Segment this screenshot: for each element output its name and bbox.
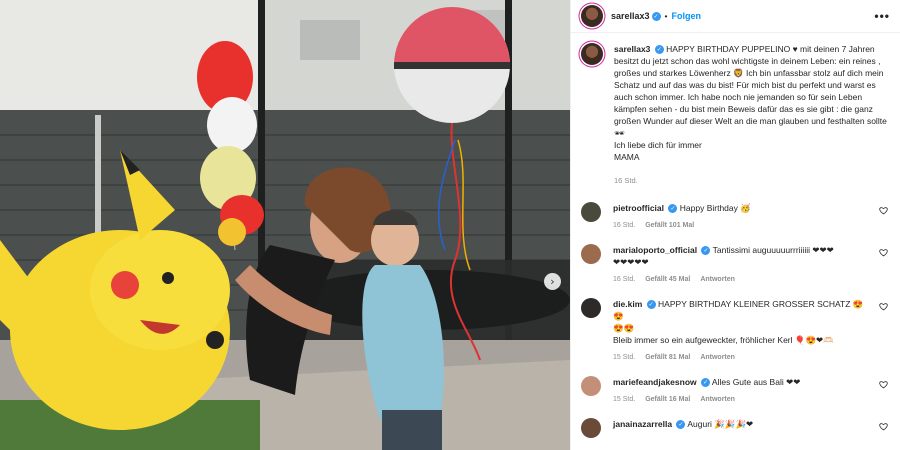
post-dialog: › sarellax3 ✓ • Folgen ••• sarellax3 ✓ H… — [0, 0, 900, 450]
verified-icon: ✓ — [646, 300, 656, 310]
comment-text: Bleib immer so ein aufgeweckter, fröhlic… — [613, 335, 834, 345]
comment-time[interactable]: 15 Std. — [613, 354, 635, 361]
comment-avatar[interactable] — [581, 298, 601, 318]
caption-line: Ich liebe dich für immer — [614, 140, 702, 150]
like-comment-heart-icon[interactable] — [879, 422, 888, 431]
verified-icon: ✓ — [654, 45, 664, 55]
verified-icon: ✓ — [701, 246, 711, 256]
comment-text: 😍😍 — [613, 323, 635, 333]
more-options-icon[interactable]: ••• — [874, 9, 890, 23]
caption-username[interactable]: sarellax3 — [614, 44, 650, 54]
reply-button[interactable]: Antworten — [700, 396, 735, 403]
caption-avatar[interactable] — [581, 43, 603, 65]
post-photo[interactable]: › — [0, 0, 570, 450]
dot-separator: • — [664, 11, 668, 21]
verified-icon: ✓ — [701, 378, 710, 388]
comment-avatar[interactable] — [581, 418, 601, 438]
like-comment-heart-icon[interactable] — [879, 302, 888, 311]
comment-time[interactable]: 16 Std. — [613, 222, 635, 229]
post-caption: sarellax3 ✓ HAPPY BIRTHDAY PUPPELINO ♥ m… — [581, 43, 890, 187]
comment-username[interactable]: mariefeandjakesnow — [613, 377, 697, 387]
author-avatar[interactable] — [581, 5, 603, 27]
comment-text: Alles Gute aus Bali ❤❤ — [711, 377, 801, 387]
reply-button[interactable]: Antworten — [700, 276, 735, 283]
next-photo-button[interactable]: › — [544, 273, 561, 290]
comment-username[interactable]: janainazarrella — [613, 419, 672, 429]
comment-item: mariefeandjakesnow ✓ Alles Gute aus Bali… — [581, 376, 890, 403]
comment-likes[interactable]: Gefällt 16 Mal — [645, 396, 690, 403]
like-comment-heart-icon[interactable] — [879, 206, 888, 215]
chevron-right-icon: › — [550, 275, 555, 288]
comment-likes[interactable]: Gefällt 101 Mal — [645, 222, 694, 229]
author-username[interactable]: sarellax3 — [611, 11, 650, 21]
like-comment-heart-icon[interactable] — [879, 248, 888, 257]
comment-username[interactable]: die.kim — [613, 299, 642, 309]
comment-username[interactable]: marialoporto_official — [613, 245, 697, 255]
comments-scroll[interactable]: sarellax3 ✓ HAPPY BIRTHDAY PUPPELINO ♥ m… — [571, 33, 900, 450]
like-comment-heart-icon[interactable] — [879, 380, 888, 389]
comment-item: janainazarrella ✓ Auguri 🎉🎉🎉❤ — [581, 418, 890, 438]
comment-avatar[interactable] — [581, 376, 601, 396]
comment-username[interactable]: pietroofficial — [613, 203, 664, 213]
follow-button[interactable]: Folgen — [672, 11, 702, 21]
reply-button[interactable]: Antworten — [700, 354, 735, 361]
comment-likes[interactable]: Gefällt 45 Mal — [645, 276, 690, 283]
comment-item: pietroofficial ✓ Happy Birthday 🥳 16 Std… — [581, 202, 890, 229]
comment-time[interactable]: 15 Std. — [613, 396, 635, 403]
photo-illustration — [0, 0, 570, 450]
caption-time[interactable]: 16 Std. — [614, 175, 890, 187]
comment-avatar[interactable] — [581, 244, 601, 264]
comment-likes[interactable]: Gefällt 81 Mal — [645, 354, 690, 361]
caption-text: HAPPY BIRTHDAY PUPPELINO ♥ mit deinen 7 … — [614, 44, 887, 138]
verified-icon: ✓ — [676, 420, 686, 430]
comment-item: marialoporto_official ✓ Tantissimi auguu… — [581, 244, 890, 283]
post-header: sarellax3 ✓ • Folgen ••• — [571, 0, 900, 33]
caption-line: MAMA — [614, 152, 640, 162]
verified-icon: ✓ — [651, 11, 661, 21]
post-side-panel: sarellax3 ✓ • Folgen ••• sarellax3 ✓ HAP… — [570, 0, 900, 450]
comment-item: die.kim ✓ HAPPY BIRTHDAY KLEINER GROSSER… — [581, 298, 890, 361]
verified-icon: ✓ — [668, 204, 678, 214]
comment-text: Auguri 🎉🎉🎉❤ — [687, 419, 754, 429]
comment-text: ❤❤❤❤❤ — [613, 257, 649, 267]
comment-avatar[interactable] — [581, 202, 601, 222]
comment-text: Tantissimi auguuuuurrriiiiii ❤❤❤ — [712, 245, 834, 255]
comment-time[interactable]: 16 Std. — [613, 276, 635, 283]
comment-text: Happy Birthday 🥳 — [679, 203, 751, 213]
